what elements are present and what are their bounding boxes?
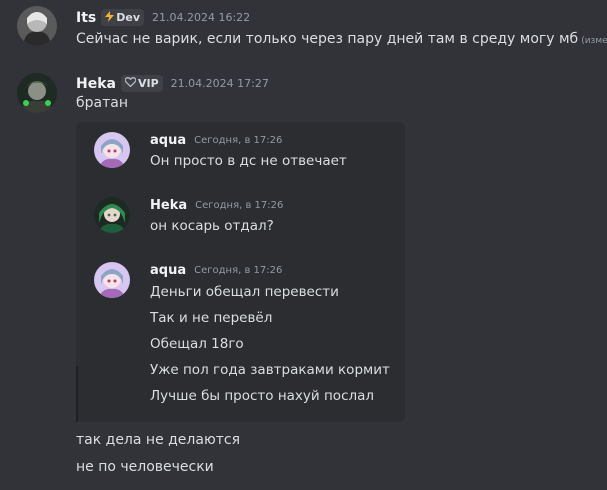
message-its: Its Dev 21.04.2024 16:22 Сейчас не варик…: [0, 0, 607, 60]
message-text: не по человечески: [76, 459, 214, 475]
timestamp[interactable]: 21.04.2024 16:22: [152, 11, 250, 24]
avatar[interactable]: [94, 262, 130, 298]
message-text: Уже пол года завтраками кормит: [150, 362, 390, 378]
avatar[interactable]: [17, 73, 57, 113]
author-name[interactable]: Its: [76, 10, 96, 26]
lightning-icon: [105, 10, 115, 25]
heart-icon: [124, 77, 137, 90]
author-name[interactable]: Heka: [150, 198, 187, 213]
badge-label: VIP: [137, 77, 159, 90]
avatar[interactable]: [94, 197, 130, 233]
timestamp[interactable]: Сегодня, в 17:26: [194, 135, 282, 146]
message-text: Сейчас не варик, если только через пару …: [76, 31, 579, 47]
edited-label: (изменено): [581, 36, 607, 46]
message-text: он косарь отдал?: [150, 218, 274, 234]
chat-log: Its Dev 21.04.2024 16:22 Сейчас не варик…: [0, 0, 607, 490]
message-text: Лучше бы просто нахуй послал: [150, 388, 375, 404]
message-text: братан: [76, 95, 128, 111]
avatar[interactable]: [17, 6, 57, 46]
message-text: Обещал 18го: [150, 336, 244, 352]
author-name[interactable]: aqua: [150, 263, 186, 278]
timestamp[interactable]: Сегодня, в 17:26: [195, 200, 283, 211]
role-badge[interactable]: Dev: [101, 9, 144, 26]
author-name[interactable]: aqua: [150, 133, 186, 148]
panel-divider: [76, 366, 78, 422]
message-heka: Heka VIP 21.04.2024 17:27 братан: [0, 66, 607, 116]
forwarded-messages-panel[interactable]: aqua Сегодня, в 17:26 Он просто в дс не …: [76, 122, 405, 422]
avatar[interactable]: [94, 132, 130, 168]
message-text: Он просто в дс не отвечает: [150, 153, 347, 169]
role-badge[interactable]: VIP: [120, 75, 163, 92]
timestamp[interactable]: Сегодня, в 17:26: [194, 265, 282, 276]
timestamp[interactable]: 21.04.2024 17:27: [171, 77, 269, 90]
badge-label: Dev: [116, 11, 140, 24]
message-text: Так и не перевёл: [150, 310, 273, 326]
message-text: Деньги обещал перевести: [150, 284, 339, 300]
message-content: Сейчас не варик, если только через пару …: [76, 31, 607, 47]
author-name[interactable]: Heka: [76, 76, 116, 92]
message-text: так дела не делаются: [76, 432, 241, 448]
